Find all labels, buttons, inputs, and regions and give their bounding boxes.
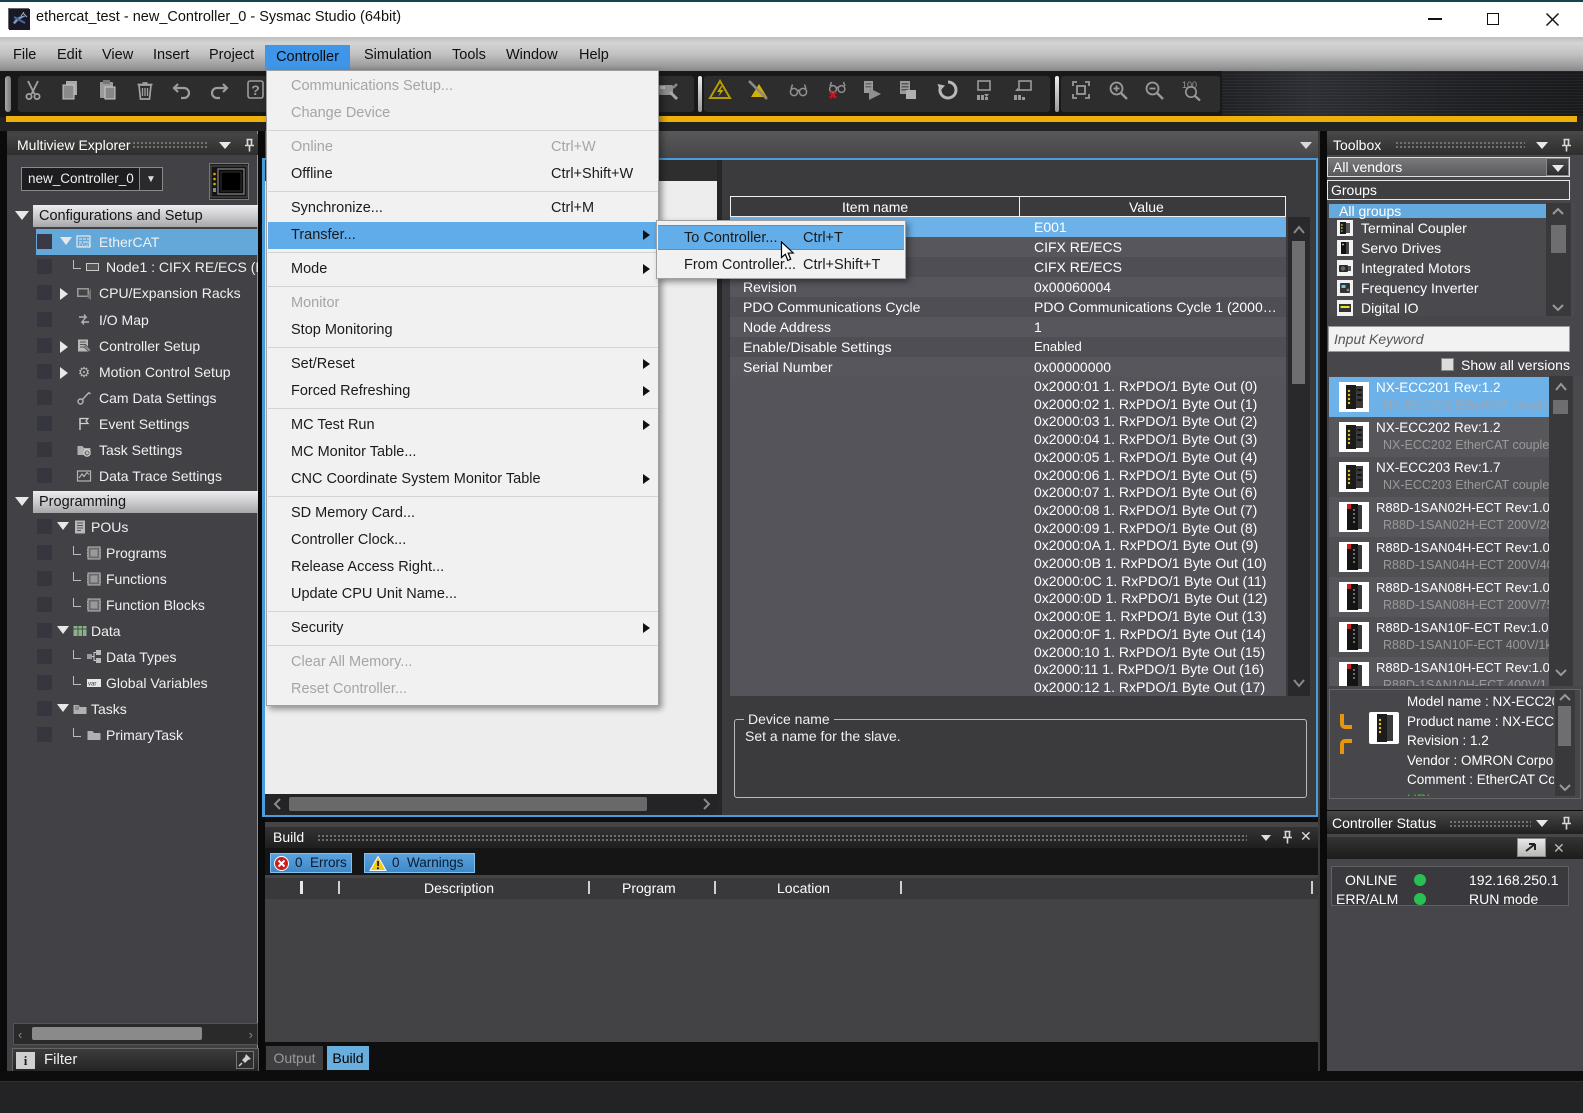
svg-text:ECAT: ECAT <box>79 243 91 248</box>
svg-text:?: ? <box>251 82 260 98</box>
svg-text:var: var <box>88 682 96 688</box>
